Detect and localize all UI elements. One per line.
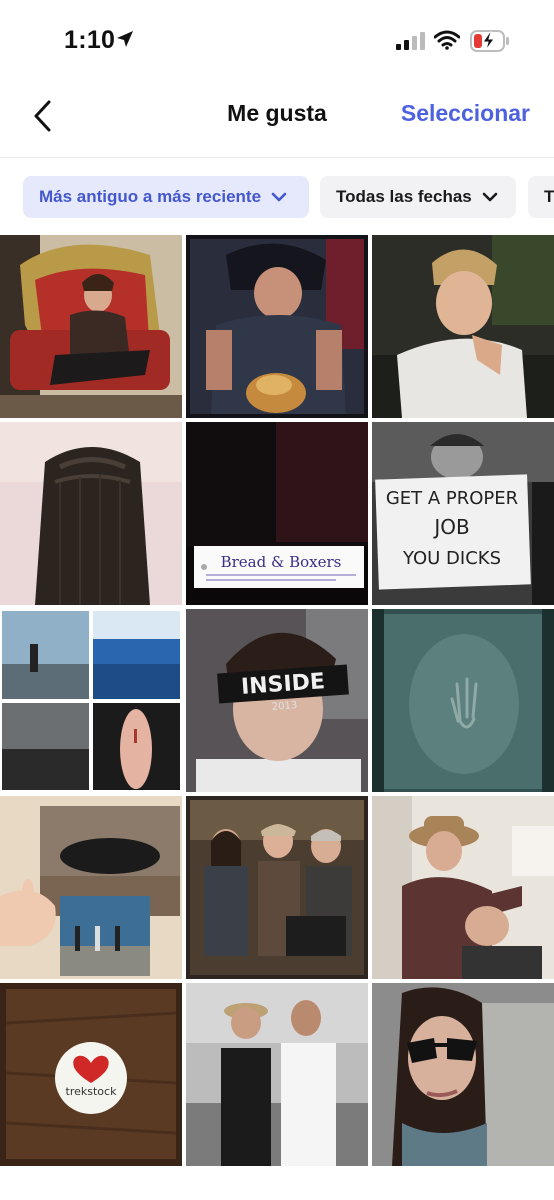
photo-tile[interactable] (0, 609, 182, 792)
photo-tile[interactable] (186, 983, 368, 1166)
photo-inside-headband: INSIDE 2013 (186, 609, 368, 792)
photo-bread-and-boxers-tag: Bread & Boxers (186, 422, 368, 605)
photo-tile[interactable]: INSIDE 2013 (186, 609, 368, 792)
status-time: 1:10 (64, 26, 116, 54)
photo-man-with-turkey (186, 235, 368, 418)
location-arrow-icon (117, 31, 133, 47)
select-button[interactable]: Seleccionar (401, 100, 530, 127)
status-bar: 1:10 (0, 0, 554, 80)
photo-tile[interactable] (372, 983, 554, 1166)
photo-group-backstage (186, 796, 368, 979)
photo-blond-man-thinking (372, 235, 554, 418)
filter-bar: Más antiguo a más reciente Todas las fec… (0, 176, 554, 218)
sign-line-1: GET A PROPER (386, 488, 518, 509)
photo-tile[interactable] (186, 235, 368, 418)
photo-tile[interactable] (0, 796, 182, 979)
photo-collage-four (0, 609, 182, 792)
photo-trekstock-badge: trekstock (0, 983, 182, 1166)
battery-charging-icon (470, 30, 509, 52)
photo-tile[interactable] (0, 422, 182, 605)
photo-braided-hair (0, 422, 182, 605)
photo-tile[interactable] (372, 796, 554, 979)
wifi-icon (434, 30, 460, 50)
photo-haircut (372, 796, 554, 979)
sign-line-3: YOU DICKS (402, 548, 501, 569)
photo-two-men-street (186, 983, 368, 1166)
date-filter-label: Todas las fechas (336, 187, 472, 206)
tag-text: Bread & Boxers (221, 553, 342, 571)
photo-handprint-window (372, 609, 554, 792)
photo-tile[interactable] (372, 609, 554, 792)
type-filter-label: T (544, 187, 554, 206)
photo-tile[interactable] (372, 235, 554, 418)
chevron-down-icon (271, 192, 287, 202)
chevron-down-icon (482, 192, 498, 202)
photo-tile[interactable] (0, 235, 182, 418)
photo-get-a-proper-job-sign: GET A PROPER JOB YOU DICKS (372, 422, 554, 605)
sort-order-chip[interactable]: Más antiguo a más reciente (23, 176, 309, 218)
photo-tile[interactable]: GET A PROPER JOB YOU DICKS (372, 422, 554, 605)
photo-man-on-red-throne (0, 235, 182, 418)
sign-line-2: JOB (432, 515, 469, 539)
sort-order-label: Más antiguo a más reciente (39, 187, 262, 206)
date-filter-chip[interactable]: Todas las fechas (320, 176, 516, 218)
cellular-signal-icon (396, 32, 425, 50)
photo-record-player-abbey-road (0, 796, 182, 979)
headband-year: 2013 (271, 700, 297, 713)
photo-tile[interactable]: trekstock (0, 983, 182, 1166)
type-filter-chip[interactable]: T (528, 176, 554, 218)
nav-bar: Me gusta Seleccionar (0, 80, 554, 158)
photo-tile[interactable] (186, 796, 368, 979)
photo-woman-sunglasses (372, 983, 554, 1166)
badge-text: trekstock (66, 1085, 118, 1098)
photo-tile[interactable]: Bread & Boxers (186, 422, 368, 605)
